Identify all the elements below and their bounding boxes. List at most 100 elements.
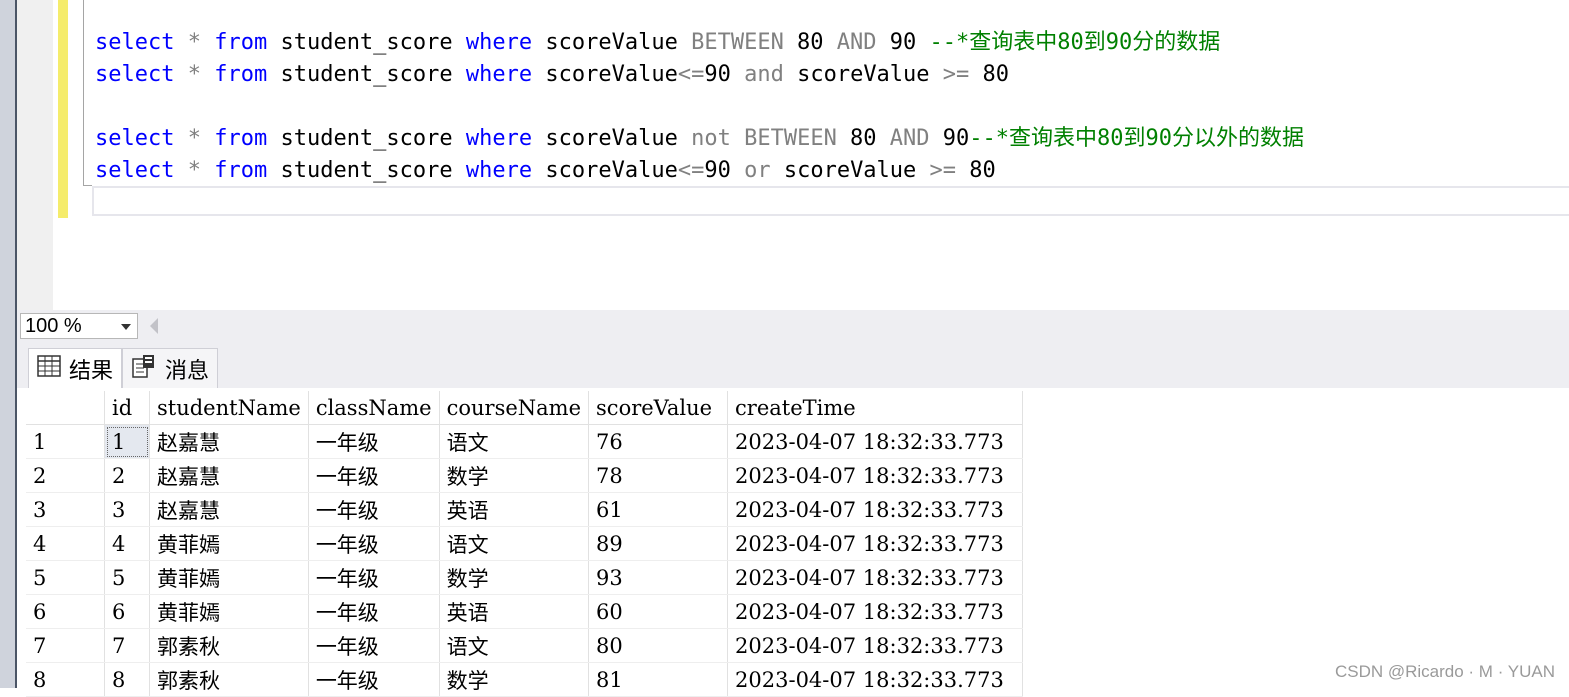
row-number[interactable]: 3	[26, 492, 105, 527]
table-cell[interactable]: 语文	[439, 424, 590, 459]
table-cell[interactable]: 4	[104, 526, 150, 561]
table-cell[interactable]: 一年级	[308, 424, 440, 459]
sql-operator: and	[744, 62, 784, 87]
table-cell[interactable]: 一年级	[308, 526, 440, 561]
column-header[interactable]: createTime	[727, 391, 1024, 425]
table-row[interactable]: 3 3 赵嘉慧 一年级 英语 61 2023-04-07 18:32:33.773	[26, 492, 1024, 527]
sql-token: 90	[929, 126, 970, 151]
table-cell[interactable]: 61	[588, 492, 729, 527]
table-cell[interactable]: 89	[588, 526, 729, 561]
tab-results-label: 结果	[69, 358, 114, 384]
table-cell[interactable]: 赵嘉慧	[149, 492, 309, 527]
table-cell[interactable]: 1	[104, 424, 150, 459]
table-cell[interactable]: 语文	[439, 526, 590, 561]
table-row[interactable]: 4 4 黄菲嫣 一年级 语文 89 2023-04-07 18:32:33.773	[26, 526, 1024, 561]
row-number[interactable]: 2	[26, 458, 105, 493]
sql-token: 90	[704, 62, 745, 87]
code-line: select * from student_score where scoreV…	[95, 59, 1009, 91]
table-cell[interactable]: 一年级	[308, 458, 440, 493]
table-row[interactable]: 1 1 赵嘉慧 一年级 语文 76 2023-04-07 18:32:33.773	[26, 424, 1024, 459]
column-header[interactable]: className	[308, 391, 440, 425]
table-row[interactable]: 5 5 黄菲嫣 一年级 数学 93 2023-04-07 18:32:33.773	[26, 560, 1024, 595]
column-header[interactable]: courseName	[439, 391, 590, 425]
sql-operator: >=	[942, 62, 970, 87]
table-cell[interactable]: 赵嘉慧	[149, 424, 309, 459]
scroll-left-arrow-icon[interactable]	[150, 318, 158, 334]
sql-comment: --*查询表中80到90分的数据	[929, 30, 1221, 55]
table-cell[interactable]: 7	[104, 628, 150, 663]
table-cell[interactable]: 2023-04-07 18:32:33.773	[727, 594, 1024, 629]
table-cell[interactable]: 英语	[439, 594, 590, 629]
table-cell[interactable]: 93	[588, 560, 729, 595]
tab-messages[interactable]: 消息	[122, 348, 219, 388]
table-cell[interactable]: 60	[588, 594, 729, 629]
table-cell[interactable]: 2023-04-07 18:32:33.773	[727, 560, 1024, 595]
table-cell[interactable]: 黄菲嫣	[149, 594, 309, 629]
sql-keyword: from	[214, 158, 268, 183]
table-cell[interactable]: 郭素秋	[149, 628, 309, 663]
sql-operator: BETWEEN	[744, 126, 837, 151]
row-number[interactable]: 1	[26, 424, 105, 459]
table-cell[interactable]: 一年级	[308, 560, 440, 595]
table-cell[interactable]: 2023-04-07 18:32:33.773	[727, 628, 1024, 663]
table-cell[interactable]: 2023-04-07 18:32:33.773	[727, 458, 1024, 493]
table-cell[interactable]: 3	[104, 492, 150, 527]
table-cell[interactable]: 一年级	[308, 628, 440, 663]
table-row[interactable]: 8 8 郭素秋 一年级 数学 81 2023-04-07 18:32:33.773	[26, 662, 1024, 697]
column-header[interactable]	[26, 391, 105, 425]
table-cell[interactable]: 赵嘉慧	[149, 458, 309, 493]
sql-keyword: where	[465, 30, 533, 55]
table-cell[interactable]: 黄菲嫣	[149, 526, 309, 561]
table-cell[interactable]: 数学	[439, 458, 590, 493]
row-number[interactable]: 8	[26, 662, 105, 697]
outline-fold-guide	[83, 0, 92, 186]
table-cell[interactable]: 郭素秋	[149, 662, 309, 697]
table-cell[interactable]: 76	[588, 424, 729, 459]
table-cell[interactable]: 2023-04-07 18:32:33.773	[727, 492, 1024, 527]
sql-token: scoreValue	[783, 62, 943, 87]
table-cell[interactable]: 78	[588, 458, 729, 493]
table-cell[interactable]: 2023-04-07 18:32:33.773	[727, 424, 1024, 459]
table-cell[interactable]: 数学	[439, 662, 590, 697]
tab-results[interactable]: 结果	[28, 348, 123, 388]
sql-operator: *	[187, 126, 201, 151]
table-row[interactable]: 7 7 郭素秋 一年级 语文 80 2023-04-07 18:32:33.773	[26, 628, 1024, 663]
table-cell[interactable]: 一年级	[308, 662, 440, 697]
sql-token: scoreValue	[532, 30, 692, 55]
table-cell[interactable]: 一年级	[308, 594, 440, 629]
table-cell[interactable]: 一年级	[308, 492, 440, 527]
table-cell[interactable]: 80	[588, 628, 729, 663]
sql-operator: AND	[889, 126, 930, 151]
row-number[interactable]: 6	[26, 594, 105, 629]
table-cell[interactable]: 6	[104, 594, 150, 629]
table-cell[interactable]: 数学	[439, 560, 590, 595]
column-header[interactable]: id	[104, 391, 150, 425]
table-cell[interactable]: 5	[104, 560, 150, 595]
zoom-dropdown[interactable]: 100 %	[20, 313, 138, 339]
column-header[interactable]: studentName	[149, 391, 309, 425]
table-row[interactable]: 6 6 黄菲嫣 一年级 英语 60 2023-04-07 18:32:33.773	[26, 594, 1024, 629]
table-cell[interactable]: 英语	[439, 492, 590, 527]
results-grid-area: id studentName className courseName scoreVal…	[17, 388, 1569, 697]
table-cell[interactable]: 2023-04-07 18:32:33.773	[727, 526, 1024, 561]
sql-operator: or	[744, 158, 771, 183]
table-cell[interactable]: 2	[104, 458, 150, 493]
table-cell[interactable]: 8	[104, 662, 150, 697]
row-number[interactable]: 5	[26, 560, 105, 595]
table-cell[interactable]: 81	[588, 662, 729, 697]
sql-token: student_score	[267, 158, 466, 183]
table-cell[interactable]: 2023-04-07 18:32:33.773	[727, 662, 1024, 697]
table-cell[interactable]: 黄菲嫣	[149, 560, 309, 595]
sql-query-editor[interactable]: select * from student_score where scoreV…	[95, 0, 1569, 310]
table-row[interactable]: 2 2 赵嘉慧 一年级 数学 78 2023-04-07 18:32:33.773	[26, 458, 1024, 493]
sql-operator: BETWEEN	[691, 30, 784, 55]
column-header[interactable]: scoreValue	[588, 391, 729, 425]
row-number[interactable]: 7	[26, 628, 105, 663]
sql-token: 90	[876, 30, 930, 55]
sql-keyword: select	[95, 62, 175, 87]
table-cell[interactable]: 语文	[439, 628, 590, 663]
row-number[interactable]: 4	[26, 526, 105, 561]
